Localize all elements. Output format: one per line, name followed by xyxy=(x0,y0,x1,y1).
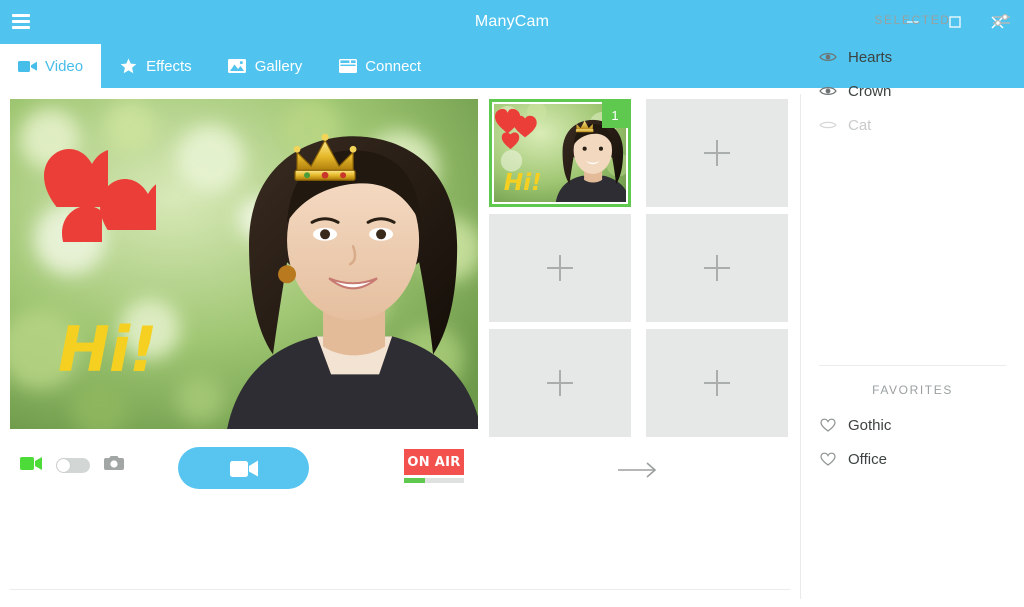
eye-visible-icon[interactable] xyxy=(819,82,837,100)
favorites-section-header: FAVORITES xyxy=(801,370,1024,410)
preset-slot-3[interactable] xyxy=(489,214,631,322)
sliders-icon[interactable] xyxy=(993,13,1010,30)
on-air-indicator[interactable]: ON AIR xyxy=(404,449,464,483)
favorite-item-office[interactable]: Office xyxy=(801,442,1024,476)
preset-grid: 1 Hi! xyxy=(489,99,789,437)
eye-visible-icon[interactable] xyxy=(819,48,837,66)
tab-image[interactable]: Image xyxy=(0,590,100,607)
camcorder-green-icon[interactable] xyxy=(20,456,42,476)
selected-section-header: SELECTED xyxy=(801,0,1024,40)
effect-item-hearts[interactable]: Hearts xyxy=(801,40,1024,74)
image-icon xyxy=(228,58,247,75)
camcorder-icon xyxy=(18,58,37,75)
heart-sticker xyxy=(60,204,102,242)
tab-effects-label: Effects xyxy=(146,57,192,75)
plus-icon xyxy=(704,140,730,166)
on-air-badge: ON AIR xyxy=(404,449,464,475)
manycam-window: ManyCam Video Effects Gallery Connect Hi… xyxy=(0,0,1024,607)
tab-connect-label: Connect xyxy=(365,57,422,75)
tab-connect[interactable]: Connect xyxy=(320,44,439,88)
tab-playlist[interactable]: Playlist xyxy=(192,590,292,607)
preset-badge: 1 xyxy=(602,102,628,128)
favorite-label: Office xyxy=(848,450,887,468)
preset-slot-1[interactable]: 1 Hi! xyxy=(489,99,631,207)
heart-outline-icon[interactable] xyxy=(819,450,837,468)
tab-text[interactable]: Text xyxy=(292,590,380,607)
svg-text:Hi!: Hi! xyxy=(504,168,542,196)
tab-gallery[interactable]: Gallery xyxy=(210,44,321,88)
effect-item-cat[interactable]: Cat xyxy=(801,108,1024,142)
browser-icon xyxy=(338,58,357,75)
overlay-text: Hi! xyxy=(58,313,157,386)
preset-slot-6[interactable] xyxy=(646,329,788,437)
on-air-progress xyxy=(404,478,464,483)
camcorder-white-icon xyxy=(229,460,258,477)
star-icon xyxy=(119,58,138,75)
tab-audio[interactable]: Audio xyxy=(100,590,192,607)
source-toggle[interactable] xyxy=(56,458,90,473)
effect-label: Crown xyxy=(848,82,892,100)
tab-time[interactable]: Time xyxy=(468,590,556,607)
plus-icon xyxy=(704,370,730,396)
tab-draw[interactable]: Draw xyxy=(380,590,468,607)
heart-outline-icon[interactable] xyxy=(819,416,837,434)
preset-slot-4[interactable] xyxy=(646,214,788,322)
video-control-bar: ON AIR xyxy=(0,443,800,499)
eye-hidden-icon[interactable] xyxy=(819,116,837,134)
tab-video-label: Video xyxy=(45,57,84,75)
selected-heading: SELECTED xyxy=(874,13,951,27)
effect-label: Hearts xyxy=(848,48,893,66)
effect-item-crown[interactable]: Crown xyxy=(801,74,1024,108)
favorite-item-gothic[interactable]: Gothic xyxy=(801,408,1024,442)
preset-slot-2[interactable] xyxy=(646,99,788,207)
arrow-right-icon[interactable] xyxy=(618,461,658,484)
plus-icon xyxy=(547,370,573,396)
camera-icon[interactable] xyxy=(104,455,124,476)
favorites-heading: FAVORITES xyxy=(872,383,953,397)
favorite-label: Gothic xyxy=(848,416,892,434)
person-image xyxy=(226,133,478,429)
video-preview[interactable]: Hi! xyxy=(10,99,478,429)
effect-label: Cat xyxy=(848,116,872,134)
plus-icon xyxy=(547,255,573,281)
tab-video[interactable]: Video xyxy=(0,44,102,88)
tab-gallery-label: Gallery xyxy=(254,57,303,75)
preset-slot-5[interactable] xyxy=(489,329,631,437)
tab-lower-third[interactable]: Lower third xyxy=(556,590,682,607)
favorites-divider xyxy=(819,365,1006,366)
favorites-list: Gothic Office xyxy=(801,408,1024,476)
editor-tabs: Image Audio Playlist Text Draw Time Lowe… xyxy=(0,590,800,607)
plus-icon xyxy=(704,255,730,281)
heart-sticker xyxy=(98,177,156,230)
source-controls xyxy=(20,455,124,476)
tab-chroma-key[interactable]: Chroma Key xyxy=(682,590,800,607)
effects-panel: SELECTED Hearts Crown Cat FAVORITES Goth… xyxy=(801,0,1024,519)
record-button[interactable] xyxy=(178,447,309,489)
tab-effects[interactable]: Effects xyxy=(101,44,210,88)
